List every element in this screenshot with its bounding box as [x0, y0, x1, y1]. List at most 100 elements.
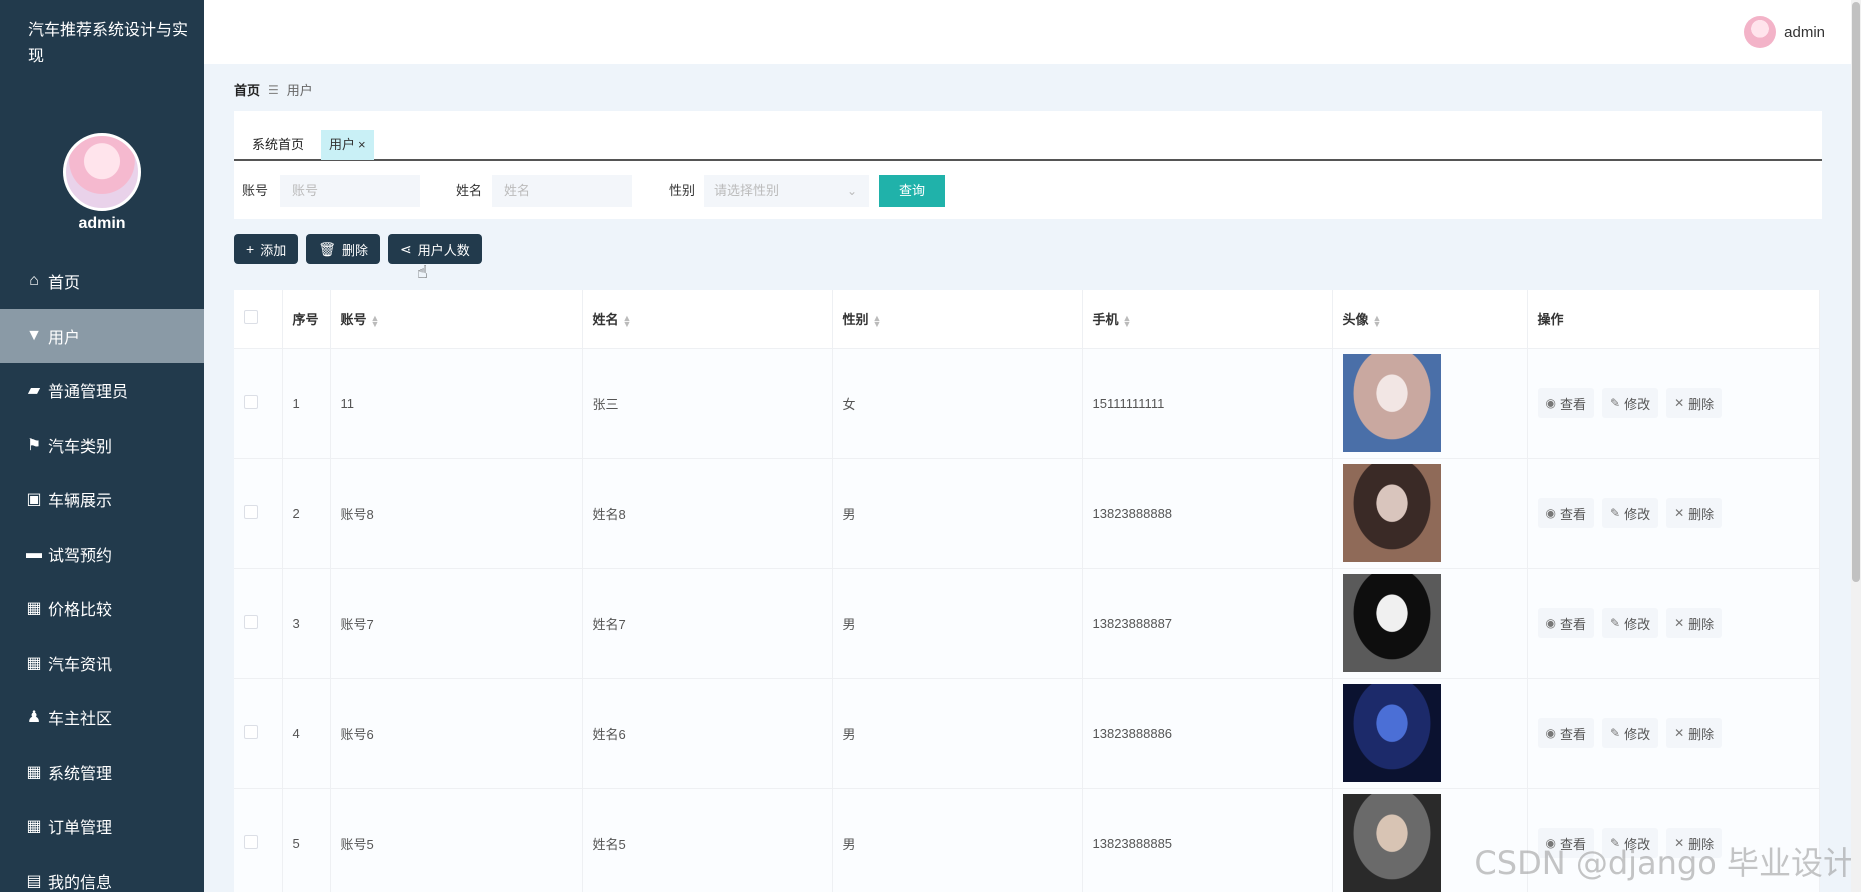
col-phone[interactable]: 手机 ▲ ▼ [1082, 290, 1333, 349]
cell-avatar [1332, 458, 1528, 569]
sort-icon[interactable]: ▲ ▼ [371, 313, 380, 328]
row-checkbox[interactable] [244, 614, 258, 629]
edit-button[interactable]: ✎ 修改 [1602, 388, 1659, 418]
col-account[interactable]: 账号 ▲ ▼ [330, 290, 583, 349]
edit-button[interactable]: ✎ 修改 [1602, 718, 1659, 748]
row-checkbox[interactable] [244, 504, 258, 519]
avatar-thumbnail[interactable] [1342, 464, 1441, 562]
row-checkbox[interactable] [244, 724, 258, 739]
account-input[interactable]: 账号 [280, 175, 420, 207]
table-row: 4 账号6 姓名6 男 13823888886 ◉ 查看 ✎ 修改 ✕ 删除 [234, 678, 1820, 789]
view-button[interactable]: ◉ 查看 [1537, 608, 1594, 638]
name-label: 姓名 [456, 183, 483, 198]
sidebar-item[interactable]: ▰ 普通管理员 [0, 363, 204, 418]
sidebar-item-label: 车主社区 [48, 711, 113, 729]
grid-nine-icon: ▦ [26, 818, 42, 836]
col-phone-label: 手机 [1092, 312, 1119, 328]
close-icon[interactable]: × [358, 137, 366, 152]
add-button[interactable]: + 添加 [234, 234, 299, 264]
col-gender[interactable]: 性别 ▲ ▼ [832, 290, 1083, 349]
sort-icon[interactable]: ▲ ▼ [873, 313, 882, 328]
top-username[interactable]: admin [1784, 24, 1825, 41]
cell-name: 姓名5 [582, 788, 833, 892]
cell-avatar [1332, 568, 1528, 679]
col-avatar[interactable]: 头像 ▲ ▼ [1332, 290, 1528, 349]
top-user[interactable]: admin [1744, 0, 1825, 64]
sidebar-item[interactable]: ♟ 车主社区 [0, 690, 204, 745]
view-button[interactable]: ◉ 查看 [1537, 388, 1594, 418]
sidebar-item[interactable]: ▼ 用户 [0, 308, 204, 363]
sidebar-item[interactable]: ▦ 汽车资讯 [0, 636, 204, 691]
action-bar: + 添加 🗑︎ 删除 ⋖ 用户人数 [234, 234, 482, 264]
sort-icon[interactable]: ▲ ▼ [623, 313, 632, 328]
sort-icon[interactable]: ▲ ▼ [1373, 313, 1382, 328]
name-input[interactable]: 姓名 [492, 175, 632, 207]
avatar[interactable] [1744, 16, 1777, 48]
scrollbar-thumb[interactable] [1852, 2, 1860, 582]
tab-users[interactable]: 用户 × [321, 130, 374, 160]
cell-index: 5 [282, 788, 331, 892]
sidebar-item[interactable]: ▣ 车辆展示 [0, 472, 204, 527]
person-icon: ♟ [26, 709, 42, 727]
row-select-cell [234, 348, 283, 459]
cell-account: 账号6 [330, 678, 583, 789]
sidebar-item[interactable]: ⌂ 首页 [0, 254, 204, 309]
avatar-thumbnail[interactable] [1342, 354, 1441, 452]
sidebar-item-label: 我的信息 [48, 874, 113, 892]
cell-name: 姓名8 [582, 458, 833, 569]
sidebar-item-label: 价格比较 [48, 602, 113, 620]
sidebar-item-label: 首页 [48, 275, 81, 293]
sidebar-item[interactable]: ▦ 订单管理 [0, 799, 204, 854]
avatar-thumbnail[interactable] [1342, 794, 1441, 892]
sidebar-item[interactable]: ▦ 价格比较 [0, 581, 204, 636]
tab-bar: 系统首页 用户 × [234, 111, 1822, 161]
row-checkbox[interactable] [244, 834, 258, 849]
sidebar-item[interactable]: ▦ 系统管理 [0, 745, 204, 800]
cell-phone: 13823888885 [1082, 788, 1333, 892]
monitor-icon: ▬ [26, 544, 42, 562]
col-name[interactable]: 姓名 ▲ ▼ [582, 290, 833, 349]
scrollbar[interactable] [1851, 0, 1861, 892]
row-delete-button[interactable]: ✕ 删除 [1666, 498, 1723, 528]
filter-panel: 系统首页 用户 × 账号 账号 姓名 姓名 性别 请选择性别 ⌄ 查询 [234, 111, 1822, 219]
cell-name: 张三 [582, 348, 833, 459]
gender-select[interactable]: 请选择性别 ⌄ [704, 175, 869, 207]
avatar-thumbnail[interactable] [1342, 574, 1441, 672]
edit-icon: ✎ [1610, 726, 1621, 740]
avatar-thumbnail[interactable] [1342, 684, 1441, 782]
col-gender-label: 性别 [842, 312, 869, 328]
cell-account: 账号5 [330, 788, 583, 892]
sidebar-item[interactable]: ▬ 试驾预约 [0, 527, 204, 582]
row-delete-button[interactable]: ✕ 删除 [1666, 388, 1723, 418]
select-all-checkbox[interactable] [244, 310, 258, 325]
edit-button[interactable]: ✎ 修改 [1602, 498, 1659, 528]
user-count-button[interactable]: ⋖ 用户人数 [388, 234, 482, 264]
cell-gender: 男 [832, 788, 1083, 892]
sidebar-item[interactable]: ▤ 我的信息 [0, 854, 204, 892]
close-icon: ✕ [1674, 506, 1685, 520]
edit-button[interactable]: ✎ 修改 [1602, 608, 1659, 638]
grid-icon: ▦ [26, 600, 42, 618]
cell-phone: 15111111111 [1082, 348, 1333, 459]
query-button[interactable]: 查询 [879, 175, 945, 207]
edit-button-label: 修改 [1624, 616, 1651, 632]
view-button[interactable]: ◉ 查看 [1537, 718, 1594, 748]
delete-button[interactable]: 🗑︎ 删除 [306, 234, 380, 264]
row-delete-button[interactable]: ✕ 删除 [1666, 608, 1723, 638]
view-button[interactable]: ◉ 查看 [1537, 498, 1594, 528]
row-delete-button-label: 删除 [1688, 506, 1715, 522]
sidebar-item[interactable]: ⚑ 汽车类别 [0, 418, 204, 473]
breadcrumb-home[interactable]: 首页 [234, 80, 260, 99]
grid-icon: ▦ [26, 654, 42, 672]
gender-select-value: 请选择性别 [714, 183, 780, 198]
flag-icon: ⚑ [26, 436, 42, 454]
cell-index: 2 [282, 458, 331, 569]
sidebar-item-label: 汽车类别 [48, 438, 113, 456]
view-button-label: 查看 [1559, 616, 1586, 632]
row-delete-button[interactable]: ✕ 删除 [1666, 718, 1723, 748]
tab-home[interactable]: 系统首页 [244, 130, 312, 160]
cell-index: 4 [282, 678, 331, 789]
sort-icon[interactable]: ▲ ▼ [1123, 313, 1132, 328]
row-checkbox[interactable] [244, 394, 258, 409]
grid-icon: ▦ [26, 763, 42, 781]
